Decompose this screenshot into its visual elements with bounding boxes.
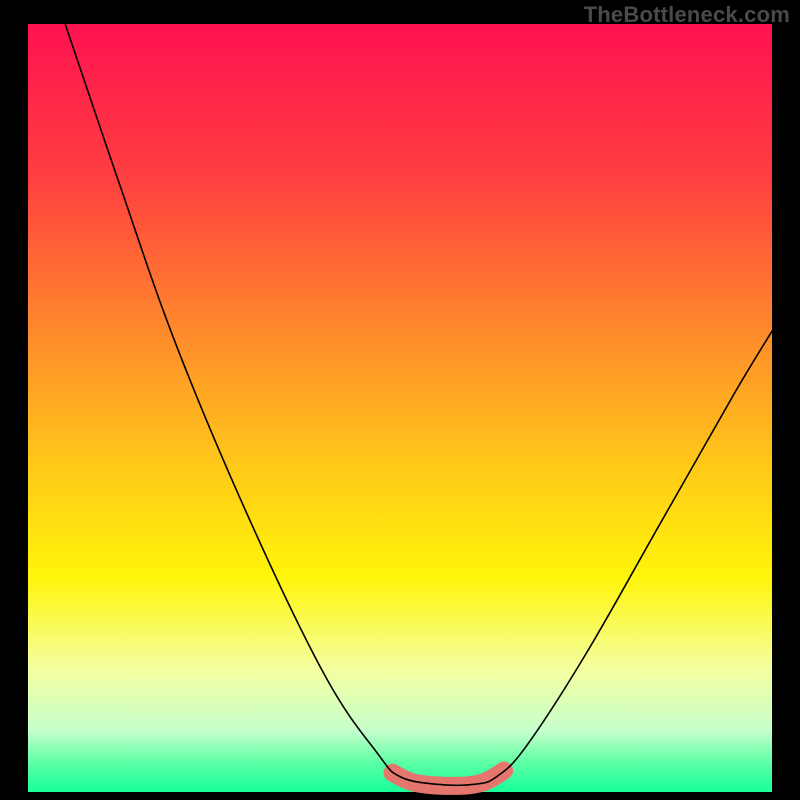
chart-stage: TheBottleneck.com <box>0 0 800 800</box>
gradient-plot-area <box>28 24 772 792</box>
bottleneck-chart <box>0 0 800 800</box>
watermark-text: TheBottleneck.com <box>584 2 790 28</box>
